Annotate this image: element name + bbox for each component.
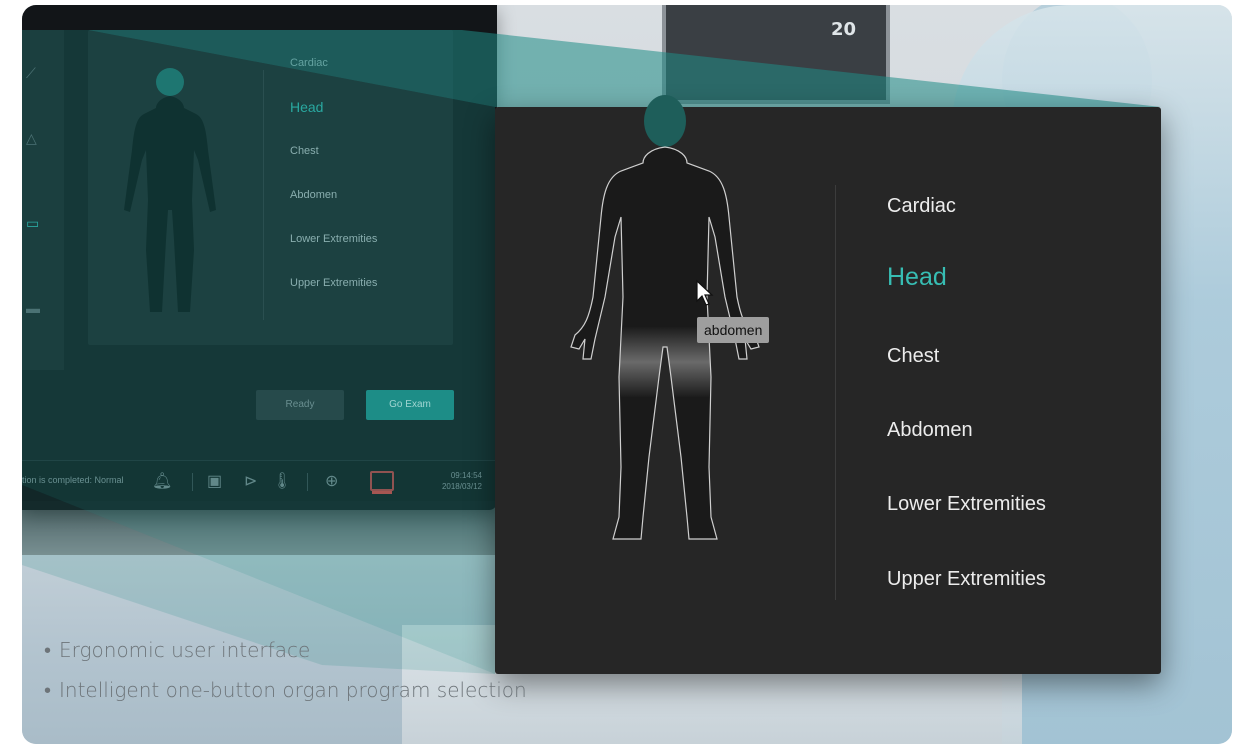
device-bezel [22, 505, 502, 555]
bell-icon[interactable]: 🔔︎ [152, 471, 172, 491]
device-organ-lower-extremities[interactable]: Lower Extremities [290, 232, 377, 276]
organ-chest[interactable]: Chest [887, 345, 939, 368]
hero-image: 20 ⟋ △ ▭ ▬ Cardiac Head Chest Abdomen Lo… [22, 5, 1232, 744]
feature-text: Intelligent one-button organ program sel… [59, 678, 527, 702]
device-organ-abdomen[interactable]: Abdomen [290, 188, 377, 232]
mouse-cursor-icon [696, 279, 714, 306]
head-region [644, 95, 686, 147]
status-time: 09:14:54 [450, 471, 482, 480]
report-icon[interactable]: ▬ [26, 300, 44, 316]
status-clock: 09:14:54 2018/03/12 [422, 470, 482, 492]
monitor-reading: 20 [830, 19, 856, 40]
organ-lower-extremities[interactable]: Lower Extremities [887, 493, 1046, 516]
device-organ-list: Cardiac Head Chest Abdomen Lower Extremi… [290, 56, 377, 320]
device-organ-head[interactable]: Head [290, 100, 377, 144]
organ-head[interactable]: Head [887, 263, 947, 292]
status-message: tion is completed: Normal [22, 475, 124, 485]
small-body-figure [124, 68, 216, 312]
status-divider [192, 473, 193, 491]
device-organ-chest[interactable]: Chest [290, 144, 377, 188]
hover-tooltip: abdomen [697, 317, 770, 343]
feature-item: • Ergonomic user interface [44, 630, 527, 670]
status-divider [307, 473, 308, 491]
organ-selection-panel: abdomen Cardiac Head Chest Abdomen Lower… [495, 95, 1161, 674]
organ-abdomen[interactable]: Abdomen [887, 419, 973, 442]
feature-text: Ergonomic user interface [59, 638, 311, 662]
device-separator [263, 70, 264, 320]
organ-upper-extremities[interactable]: Upper Extremities [887, 568, 1046, 591]
bullet-dot: • [44, 678, 52, 702]
globe-icon[interactable]: ⊕ [325, 471, 338, 491]
image-icon[interactable]: ▣ [207, 471, 222, 491]
thermometer-icon[interactable]: 🌡︎ [272, 471, 292, 491]
status-date: 2018/03/12 [441, 482, 482, 491]
patient-icon[interactable]: △ [26, 130, 44, 146]
record-indicator [372, 491, 392, 494]
device-organ-panel: Cardiac Head Chest Abdomen Lower Extremi… [88, 30, 453, 345]
record-icon[interactable] [370, 471, 394, 491]
device-organ-cardiac[interactable]: Cardiac [290, 56, 377, 100]
device-left-rail: ⟋ △ ▭ ▬ [22, 30, 64, 370]
organ-cardiac[interactable]: Cardiac [887, 195, 956, 218]
device-status-bar: tion is completed: Normal 🔔︎ ▣ ⊳ 🌡︎ ⊕ 09… [22, 460, 497, 501]
probe-status-icon[interactable]: ⊳ [244, 471, 257, 491]
device-organ-upper-extremities[interactable]: Upper Extremities [290, 276, 377, 320]
go-exam-button[interactable]: Go Exam [366, 390, 454, 420]
ready-button[interactable]: Ready [256, 390, 344, 420]
device-screen: ⟋ △ ▭ ▬ Cardiac Head Chest Abdomen Lower… [22, 5, 497, 510]
panel-separator [835, 185, 836, 600]
feature-item: • Intelligent one-button organ program se… [44, 670, 527, 710]
probe-icon[interactable]: ⟋ [26, 65, 44, 81]
bullet-dot: • [44, 638, 52, 662]
feature-list: • Ergonomic user interface • Intelligent o… [44, 630, 527, 710]
exam-icon[interactable]: ▭ [26, 215, 44, 231]
